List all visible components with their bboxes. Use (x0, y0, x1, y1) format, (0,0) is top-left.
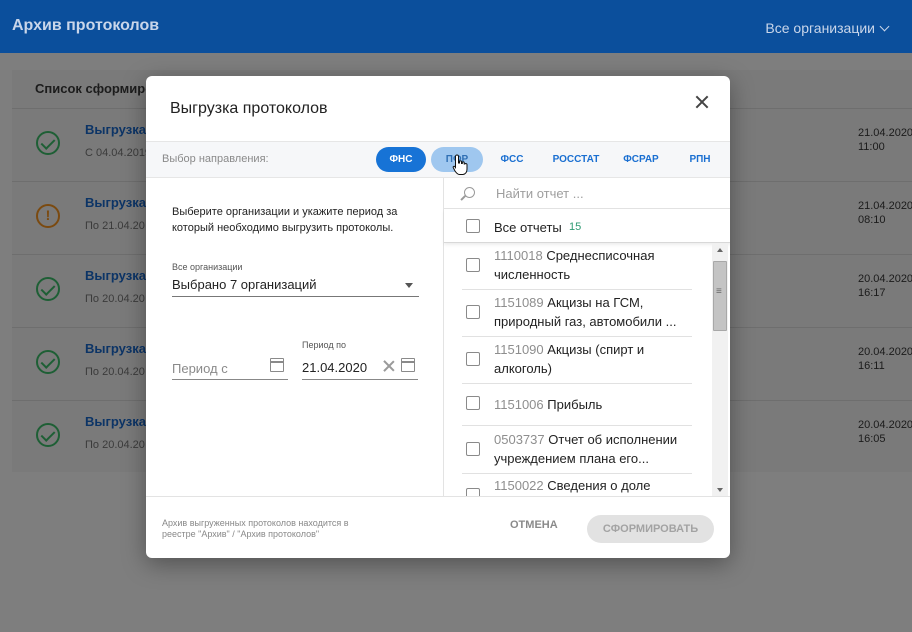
org-selector[interactable]: Все организации (765, 20, 890, 36)
row-title[interactable]: Выгрузка (85, 195, 146, 210)
all-reports-checkbox[interactable] (466, 219, 480, 233)
period-to-value: 21.04.2020 (302, 360, 368, 375)
list-item[interactable]: 0503737 Отчет об исполнении учреждением … (444, 426, 712, 474)
list-item[interactable]: 1151090 Акцизы (спирт и алкоголь) (444, 337, 712, 384)
row-subtitle: По 20.04.20 (85, 439, 145, 451)
dialog-title: Выгрузка протоколов (170, 100, 328, 117)
direction-bar: Выбор направления: ФНС ПФР ФСС РОССТАТ Ф… (146, 141, 730, 178)
direction-chip-fss[interactable]: ФСС (496, 147, 528, 172)
cancel-button[interactable]: ОТМЕНА (510, 519, 558, 531)
period-from-field[interactable]: Период с (172, 353, 288, 380)
direction-chip-rpn[interactable]: РПН (684, 147, 716, 172)
period-to-label: Период по (302, 340, 346, 350)
row-datetime: 20.04.2020 16:17 (858, 273, 912, 299)
row-datetime: 21.04.2020 08:10 (858, 200, 912, 226)
row-title[interactable]: Выгрузка (85, 122, 146, 137)
row-subtitle: По 21.04.20 (85, 220, 145, 232)
scroll-thumb[interactable] (713, 261, 727, 331)
report-label: 1151089 Акцизы на ГСМ, природный газ, ав… (494, 295, 677, 329)
reports-list: 1110018 Среднесписочная численность 1151… (444, 244, 730, 496)
all-reports-label: Все отчеты (494, 220, 562, 235)
org-select[interactable]: Выбрано 7 организаций (172, 277, 419, 297)
row-title[interactable]: Выгрузка (85, 341, 146, 356)
instructions-text: Выберите организации и укажите период за… (172, 206, 398, 234)
list-item[interactable]: 1151089 Акцизы на ГСМ, природный газ, ав… (444, 290, 712, 337)
report-checkbox[interactable] (466, 258, 480, 272)
protocol-list-title: Список сформиро (35, 81, 154, 96)
direction-chip-rosstat[interactable]: РОССТАТ (548, 147, 604, 172)
report-label: 0503737 Отчет об исполнении учреждением … (494, 432, 678, 466)
scroll-down-arrow-icon[interactable] (717, 488, 723, 492)
list-item[interactable]: 1150022 Сведения о доле (444, 474, 712, 496)
report-search-input[interactable] (496, 186, 716, 201)
report-search (444, 178, 730, 209)
app-header: Архив протоколов Все организации (0, 0, 912, 53)
report-checkbox[interactable] (466, 305, 480, 319)
row-datetime: 21.04.2020 11:00 (858, 127, 912, 153)
report-label: 1110018 Среднесписочная численность (494, 248, 655, 282)
report-checkbox[interactable] (466, 396, 480, 410)
direction-chip-fns[interactable]: ФНС (376, 147, 426, 172)
list-item[interactable]: 1110018 Среднесписочная численность (444, 244, 712, 290)
hand-pointer-icon (452, 154, 468, 175)
org-select-label: Все организации (172, 262, 243, 272)
list-item[interactable]: 1151006 Прибыль (444, 384, 712, 426)
all-reports-count: 15 (569, 221, 582, 233)
reports-pane: Все отчеты 15 1110018 Среднесписочная чи… (443, 178, 730, 496)
close-icon[interactable] (694, 94, 710, 110)
export-protocols-dialog: Выгрузка протоколов Выбор направления: Ф… (146, 76, 730, 558)
org-select-value: Выбрано 7 организаций (172, 277, 317, 292)
report-checkbox[interactable] (466, 442, 480, 456)
dialog-footer: Архив выгруженных протоколов находится в… (146, 496, 730, 558)
row-subtitle: С 04.04.2019 (85, 147, 152, 159)
row-title[interactable]: Выгрузка (85, 268, 146, 283)
row-subtitle: По 20.04.20 (85, 293, 145, 305)
generate-button[interactable]: СФОРМИРОВАТЬ (587, 515, 714, 543)
report-checkbox[interactable] (466, 488, 480, 496)
check-circle-icon (36, 423, 60, 447)
reports-scrollbar[interactable] (712, 244, 728, 496)
filter-pane: Выберите организации и укажите период за… (146, 178, 443, 496)
row-title[interactable]: Выгрузка (85, 414, 146, 429)
report-label: 1151090 Акцизы (спирт и алкоголь) (494, 342, 645, 376)
warning-circle-icon (36, 204, 60, 228)
direction-label: Выбор направления: (162, 153, 269, 165)
direction-chip-fsrar[interactable]: ФСРАР (619, 147, 663, 172)
calendar-icon[interactable] (401, 358, 415, 372)
clear-date-icon[interactable] (383, 360, 395, 372)
report-checkbox[interactable] (466, 352, 480, 366)
check-circle-icon (36, 350, 60, 374)
calendar-icon[interactable] (270, 358, 284, 372)
check-circle-icon (36, 277, 60, 301)
check-circle-icon (36, 131, 60, 155)
row-subtitle: По 20.04.20 (85, 366, 145, 378)
scroll-up-arrow-icon[interactable] (717, 248, 723, 252)
report-label: 1151006 Прибыль (494, 397, 603, 412)
org-selector-label: Все организации (765, 20, 875, 36)
archive-note: Архив выгруженных протоколов находится в… (162, 518, 349, 539)
report-label: 1150022 Сведения о доле (494, 478, 651, 493)
row-datetime: 20.04.2020 16:11 (858, 346, 912, 372)
all-reports-row[interactable]: Все отчеты 15 (444, 209, 730, 243)
chevron-down-icon (879, 21, 890, 31)
row-datetime: 20.04.2020 16:05 (858, 419, 912, 445)
period-to-field[interactable]: 21.04.2020 (302, 353, 418, 380)
period-from-placeholder: Период с (172, 361, 228, 376)
search-icon (464, 187, 475, 198)
dropdown-caret-icon (405, 283, 413, 288)
app-title: Архив протоколов (12, 17, 160, 34)
